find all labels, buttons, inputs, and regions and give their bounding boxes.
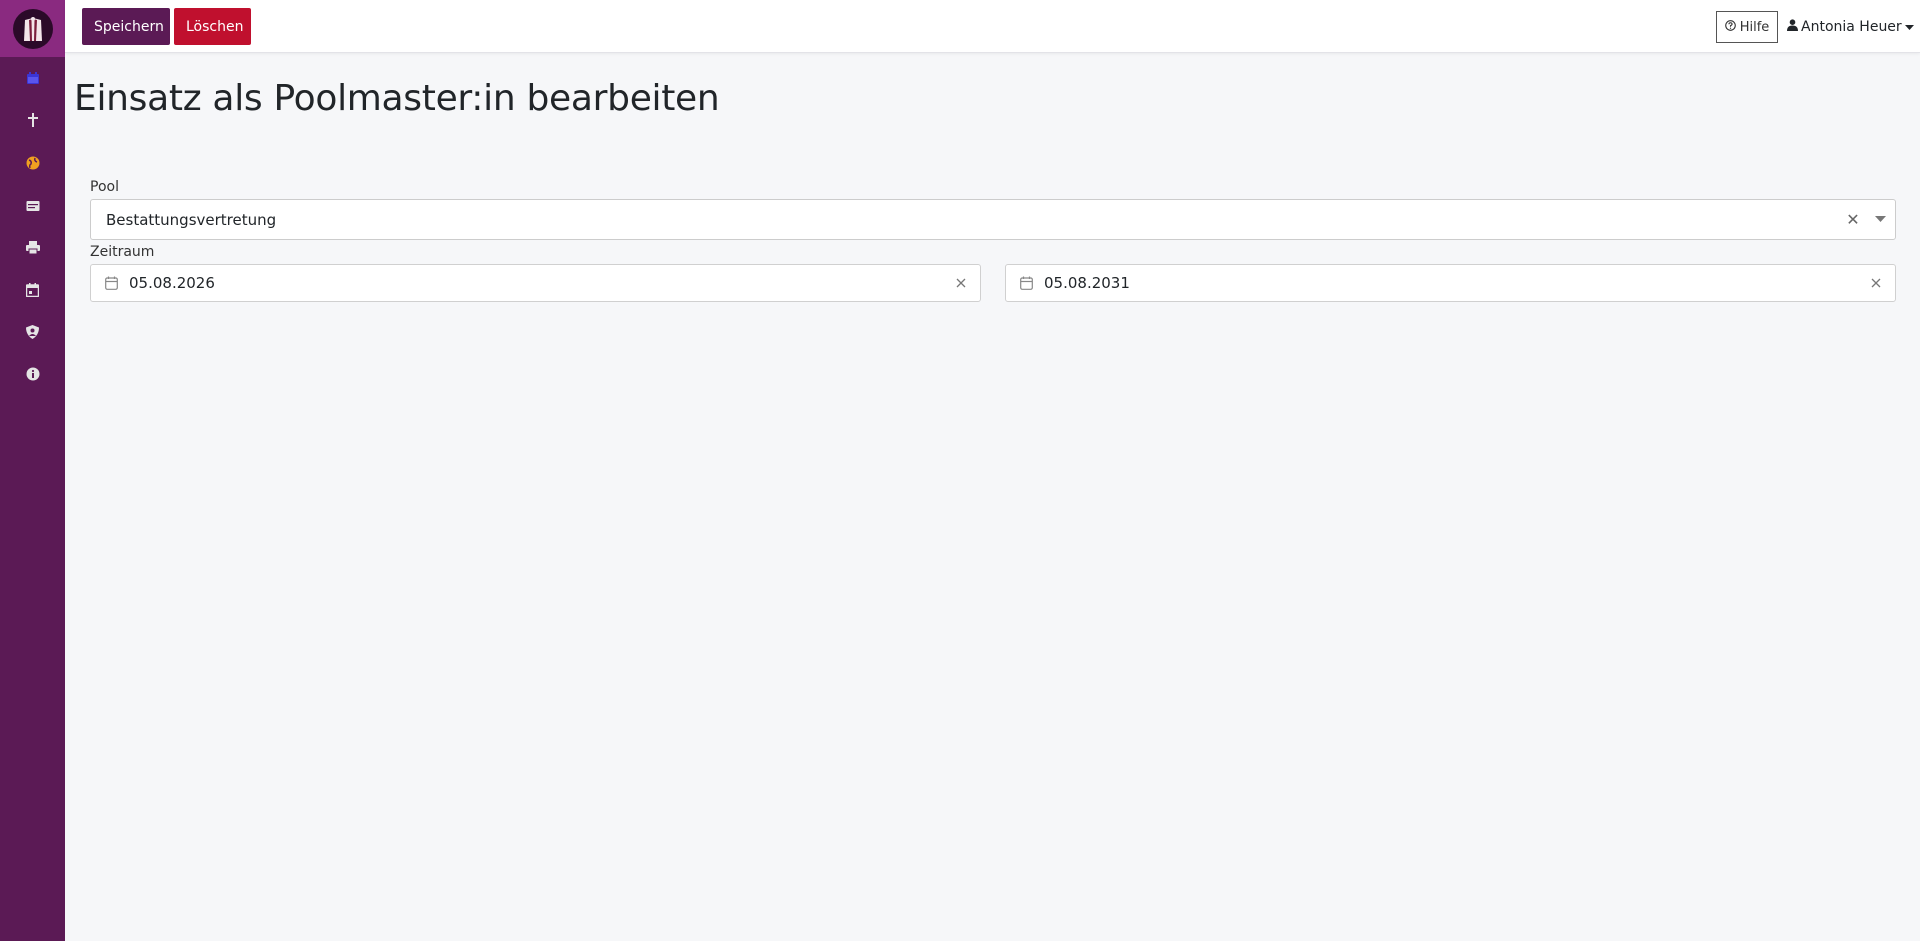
period-to-value: 05.08.2031 [1044,274,1130,292]
calendar-day-icon [25,282,40,301]
period-label: Zeitraum [90,244,155,260]
pool-select-value: Bestattungsvertretung [106,210,277,229]
chevron-down-icon[interactable] [1865,216,1895,223]
sidebar-item-info[interactable] [0,360,65,390]
top-toolbar: Speichern Löschen Hilfe Antonia Heuer [65,0,1920,53]
id-card-icon [26,197,40,216]
question-circle-icon [1724,19,1736,35]
user-icon [1787,19,1798,35]
sidebar [0,0,65,941]
printer-icon [25,239,40,258]
user-shield-icon [26,324,39,343]
sidebar-item-id-card[interactable] [0,191,65,221]
pool-select[interactable]: Bestattungsvertretung ✕ [90,199,1896,240]
help-button[interactable]: Hilfe [1716,11,1778,43]
period-from-value: 05.08.2026 [129,274,215,292]
period-from-input[interactable]: 05.08.2026 [90,264,981,302]
sidebar-item-globe[interactable] [0,149,65,179]
cross-icon [27,112,39,131]
user-menu[interactable]: Antonia Heuer [1787,17,1914,37]
sidebar-item-cross[interactable] [0,106,65,136]
sidebar-item-calendar-day[interactable] [0,276,65,306]
caret-down-icon [1904,19,1914,35]
help-label: Hilfe [1739,19,1770,35]
clear-icon[interactable] [1861,278,1891,288]
calendar-icon [93,276,129,290]
sidebar-item-user-shield[interactable] [0,318,65,348]
clear-icon[interactable]: ✕ [1841,210,1865,229]
period-to-input[interactable]: 05.08.2031 [1005,264,1896,302]
clear-icon[interactable] [946,278,976,288]
globe-icon [26,155,40,174]
college-robe-logo-icon [12,8,53,49]
sidebar-item-calendar[interactable] [0,64,65,94]
user-name: Antonia Heuer [1801,19,1902,35]
logo-container[interactable] [0,0,65,57]
delete-button[interactable]: Löschen [174,8,251,45]
calendar-icon [1008,276,1044,290]
save-button[interactable]: Speichern [82,8,170,45]
sidebar-item-print[interactable] [0,233,65,263]
info-icon [26,366,40,385]
pool-label: Pool [90,179,119,195]
calendar-icon [26,70,40,89]
page-title: Einsatz als Poolmaster:in bearbeiten [74,78,720,119]
